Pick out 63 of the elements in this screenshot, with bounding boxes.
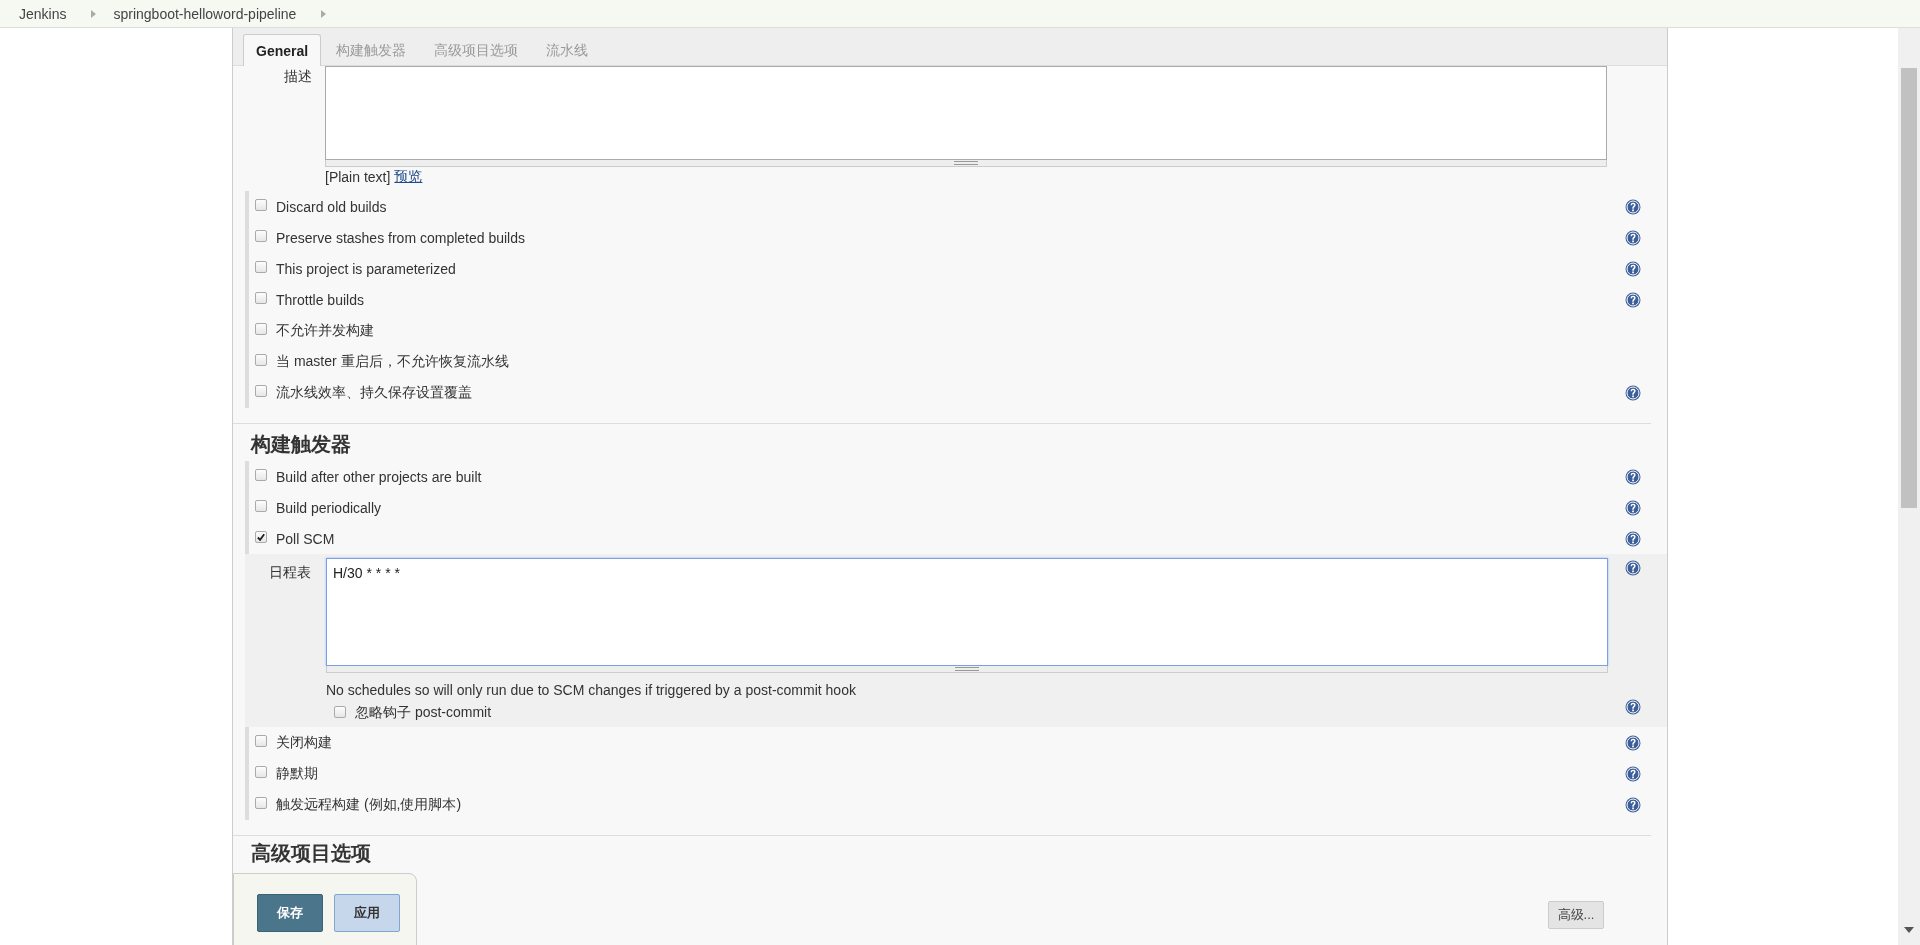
help-icon[interactable] [1625, 468, 1641, 485]
field-label: 日程表 [268, 563, 312, 582]
option-label: 当 master 重启后，不允许恢复流水线 [276, 352, 509, 371]
section-heading: 高级项目选项 [251, 841, 372, 866]
apply-button[interactable]: 应用 [334, 894, 400, 932]
option-label: 关闭构建 [276, 733, 332, 752]
help-icon[interactable] [1625, 229, 1641, 246]
checkbox[interactable] [255, 199, 267, 211]
option-label: Preserve stashes from completed builds [276, 229, 525, 246]
checkbox[interactable] [255, 766, 267, 778]
checkbox[interactable] [255, 354, 267, 366]
help-icon[interactable] [1625, 291, 1641, 308]
save-button[interactable]: 保存 [257, 894, 323, 932]
option-label: Poll SCM [276, 530, 335, 547]
checkbox[interactable] [255, 385, 267, 397]
checkbox[interactable] [255, 531, 267, 543]
scrollbar[interactable] [1898, 28, 1920, 945]
help-icon[interactable] [1625, 734, 1641, 751]
advanced-button[interactable]: 高级... [1548, 901, 1604, 929]
option-label: This project is parameterized [276, 260, 456, 277]
help-icon[interactable] [1625, 198, 1641, 215]
option-label: Discard old builds [276, 198, 387, 215]
checkbox[interactable] [334, 705, 346, 718]
help-icon[interactable] [1625, 260, 1641, 277]
chevron-icon[interactable] [91, 9, 97, 18]
help-icon[interactable] [1625, 765, 1641, 782]
schedule-field[interactable]: H/30 * * * * [326, 558, 1608, 666]
help-icon[interactable] [1625, 530, 1641, 547]
option-label: 静默期 [276, 764, 318, 783]
field-label: 描述 [283, 67, 313, 86]
checkbox[interactable] [255, 469, 267, 481]
hint-text: No schedules so will only run due to SCM changes if triggered by a post-commit hook [326, 682, 857, 700]
resize-handle[interactable] [325, 160, 1607, 167]
checkbox[interactable] [255, 323, 267, 335]
help-icon[interactable] [1625, 499, 1641, 516]
resize-handle[interactable] [326, 666, 1608, 673]
checkbox[interactable] [255, 292, 267, 304]
tab[interactable]: General [243, 34, 322, 66]
scroll-thumb[interactable] [1901, 68, 1917, 508]
checkbox[interactable] [255, 500, 267, 512]
option-label: 流水线效率、持久保存设置覆盖 [276, 383, 472, 402]
format-note: [Plain text] [325, 169, 391, 185]
checkbox[interactable] [255, 261, 267, 273]
breadcrumb-link[interactable]: Jenkins [19, 5, 67, 22]
option-label: Throttle builds [276, 291, 364, 308]
help-icon[interactable] [1625, 796, 1641, 813]
option-label: Build after other projects are built [276, 468, 482, 485]
help-icon[interactable] [1625, 699, 1641, 715]
preview-link[interactable]: 预览 [394, 168, 423, 186]
checkbox[interactable] [255, 230, 267, 242]
option-label: 不允许并发构建 [276, 321, 374, 340]
scroll-down-icon[interactable] [1904, 927, 1914, 933]
description-field[interactable] [325, 66, 1607, 160]
option-label: Build periodically [276, 499, 382, 516]
option-label: 忽略钩子 post-commit [355, 704, 492, 722]
help-icon[interactable] [1625, 560, 1641, 576]
help-icon[interactable] [1625, 384, 1641, 401]
option-label: 触发远程构建 (例如,使用脚本) [276, 795, 462, 814]
checkbox[interactable] [255, 797, 267, 809]
breadcrumb-link[interactable]: springboot-helloword-pipeline [113, 5, 297, 22]
checkbox[interactable] [255, 735, 267, 747]
chevron-icon[interactable] [321, 9, 327, 18]
section-heading: 构建触发器 [251, 432, 352, 457]
